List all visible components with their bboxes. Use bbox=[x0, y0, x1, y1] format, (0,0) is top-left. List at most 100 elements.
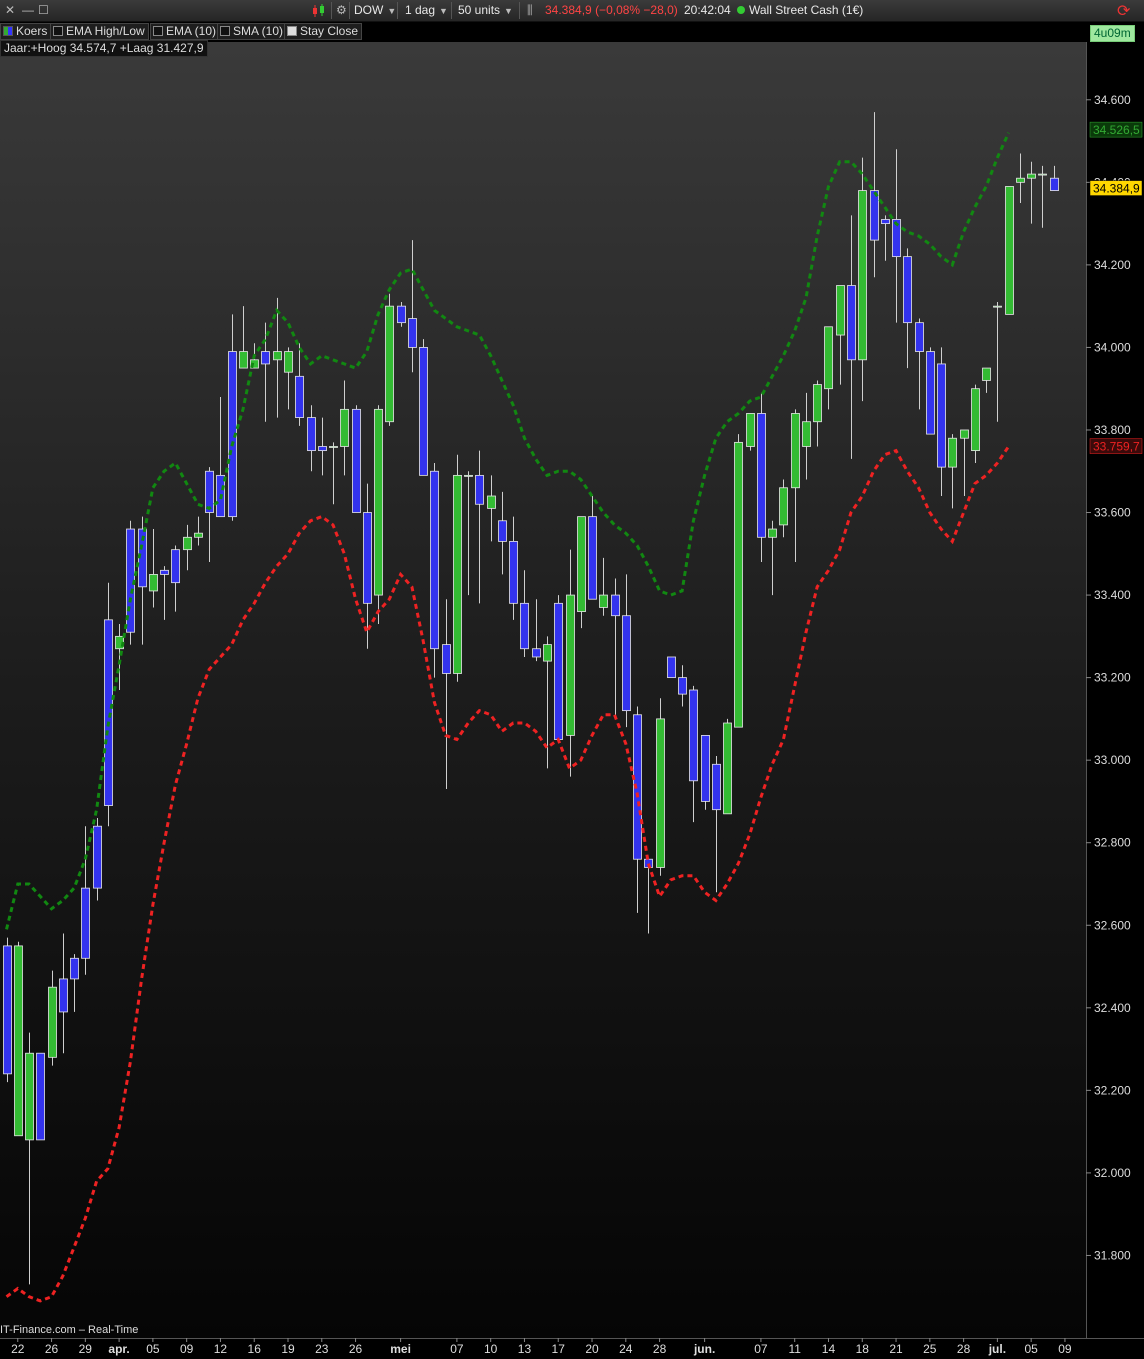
candle-body-down bbox=[318, 446, 327, 452]
legend-sma-10[interactable]: SMA (10) bbox=[217, 23, 288, 40]
candlestick-chart-icon[interactable] bbox=[311, 3, 327, 18]
interval-label: 1 dag bbox=[405, 3, 436, 17]
price-chart[interactable]: 31.800 32.000 32.200 32.400 32.600 32.800 33.0… bbox=[0, 0, 1144, 1359]
close-window-icon[interactable]: ✕ bbox=[5, 3, 15, 18]
candle bbox=[14, 941, 23, 1137]
x-tick-label: 18 bbox=[856, 1342, 870, 1356]
candle-body-up bbox=[149, 574, 158, 592]
units-dropdown[interactable]: 50 units ▼ bbox=[458, 3, 513, 18]
candle bbox=[385, 293, 394, 426]
candle-body-down bbox=[667, 656, 676, 679]
minimize-window-icon[interactable]: — bbox=[22, 3, 34, 18]
candle-body-up bbox=[14, 945, 23, 1137]
candle-body-up bbox=[982, 367, 991, 381]
maximize-window-icon[interactable]: ☐ bbox=[38, 3, 49, 18]
candle-body-up bbox=[329, 446, 338, 448]
candle-body-down bbox=[926, 351, 935, 435]
x-tick-label: 26 bbox=[45, 1342, 59, 1356]
candle-body-up bbox=[656, 718, 665, 868]
legend-koers[interactable]: Koers bbox=[0, 23, 52, 40]
x-tick-label: 23 bbox=[315, 1342, 329, 1356]
legend-stay-close[interactable]: Stay Close bbox=[284, 23, 363, 40]
candle bbox=[701, 735, 710, 810]
last-price: 34.384,9 (−0,08% −28,0) bbox=[545, 3, 678, 18]
candle-body-down bbox=[397, 305, 406, 324]
candle-body-up bbox=[1016, 177, 1025, 183]
x-tick-label: 29 bbox=[79, 1342, 93, 1356]
candle-body-up bbox=[239, 351, 248, 369]
candle-body-up bbox=[284, 351, 293, 373]
y-axis-panel bbox=[1086, 42, 1144, 1338]
legend-ema-high-low[interactable]: EMA High/Low bbox=[50, 23, 149, 40]
candle-body-down bbox=[509, 541, 518, 604]
x-tick-label: 12 bbox=[214, 1342, 228, 1356]
candle-body-down bbox=[442, 644, 451, 674]
interval-dropdown[interactable]: 1 dag ▼ bbox=[405, 3, 448, 18]
candle bbox=[3, 937, 12, 1083]
x-tick-label: 25 bbox=[923, 1342, 937, 1356]
toolbar-separator bbox=[519, 2, 520, 19]
x-tick-label: 05 bbox=[146, 1342, 160, 1356]
instrument-info-icon[interactable]: ⫼ bbox=[527, 3, 533, 18]
x-axis-panel bbox=[0, 1338, 1144, 1359]
candle-body-up bbox=[577, 516, 586, 612]
candle-body-up bbox=[183, 536, 192, 551]
candle bbox=[746, 413, 755, 451]
candle-body-up bbox=[960, 429, 969, 439]
price-change: (−0,08% −28,0) bbox=[595, 3, 678, 17]
x-tick-label: apr. bbox=[108, 1342, 129, 1356]
x-tick-label: 28 bbox=[957, 1342, 971, 1356]
instrument-label: Wall Street Cash (1€) bbox=[749, 3, 864, 17]
candle-body-down bbox=[104, 619, 113, 806]
settings-icon[interactable]: ⚙ bbox=[336, 3, 347, 18]
units-label: 50 units bbox=[458, 3, 501, 17]
candle-body-down bbox=[261, 351, 270, 365]
candle-body-down bbox=[93, 825, 102, 889]
candle-body-down bbox=[352, 408, 361, 513]
candle-body-up bbox=[464, 474, 473, 477]
price-tag-label: 34.526,5 bbox=[1093, 123, 1140, 137]
legend-ema-10[interactable]: EMA (10) bbox=[150, 23, 221, 40]
candle-body-up bbox=[194, 532, 203, 538]
candle-body-up bbox=[813, 384, 822, 423]
candle-timer: 4u09m bbox=[1090, 25, 1135, 42]
candle-body-down bbox=[81, 887, 90, 959]
candle-body-up bbox=[385, 305, 394, 423]
x-tick-label: jun. bbox=[693, 1342, 715, 1356]
candle-body-down bbox=[678, 677, 687, 695]
candle-body-down bbox=[36, 1052, 45, 1141]
refresh-icon[interactable]: ⟳ bbox=[1117, 1, 1130, 21]
instrument-name: Wall Street Cash (1€) bbox=[737, 3, 863, 18]
y-tick-label: 33.200 bbox=[1094, 671, 1131, 685]
candle-body-up bbox=[25, 1052, 34, 1141]
candle-body-down bbox=[520, 602, 529, 650]
candle-body-up bbox=[948, 437, 957, 468]
x-tick-label: mei bbox=[390, 1342, 411, 1356]
x-tick-label: 05 bbox=[1024, 1342, 1038, 1356]
year-high-low-info: Jaar:+Hoog 34.574,7 +Laag 31.427,9 bbox=[0, 40, 208, 57]
watermark: IT-Finance.com – Real-Time bbox=[0, 1324, 139, 1336]
candle-body-up bbox=[836, 285, 845, 336]
candle bbox=[554, 595, 563, 740]
symbol-dropdown[interactable]: DOW ▼ bbox=[354, 3, 396, 18]
checkbox-icon bbox=[3, 26, 13, 36]
candle-body-down bbox=[622, 615, 631, 712]
legend-label: SMA (10) bbox=[233, 24, 284, 38]
x-tick-label: 09 bbox=[180, 1342, 194, 1356]
candle bbox=[430, 462, 439, 678]
candle-body-down bbox=[712, 763, 721, 811]
toolbar-separator bbox=[451, 2, 452, 19]
y-tick-label: 34.000 bbox=[1094, 340, 1131, 354]
status-dot-icon bbox=[737, 6, 745, 14]
candle-body-up bbox=[543, 644, 552, 662]
candle bbox=[453, 454, 462, 682]
candle bbox=[1005, 186, 1014, 315]
x-tick-label: 26 bbox=[349, 1342, 363, 1356]
candle-body-down bbox=[903, 256, 912, 324]
candle bbox=[656, 698, 665, 876]
candle-body-down bbox=[430, 470, 439, 650]
candle-body-down bbox=[689, 689, 698, 782]
candle-body-up bbox=[802, 421, 811, 447]
legend-label: EMA High/Low bbox=[66, 24, 145, 38]
candle-body-up bbox=[340, 408, 349, 447]
